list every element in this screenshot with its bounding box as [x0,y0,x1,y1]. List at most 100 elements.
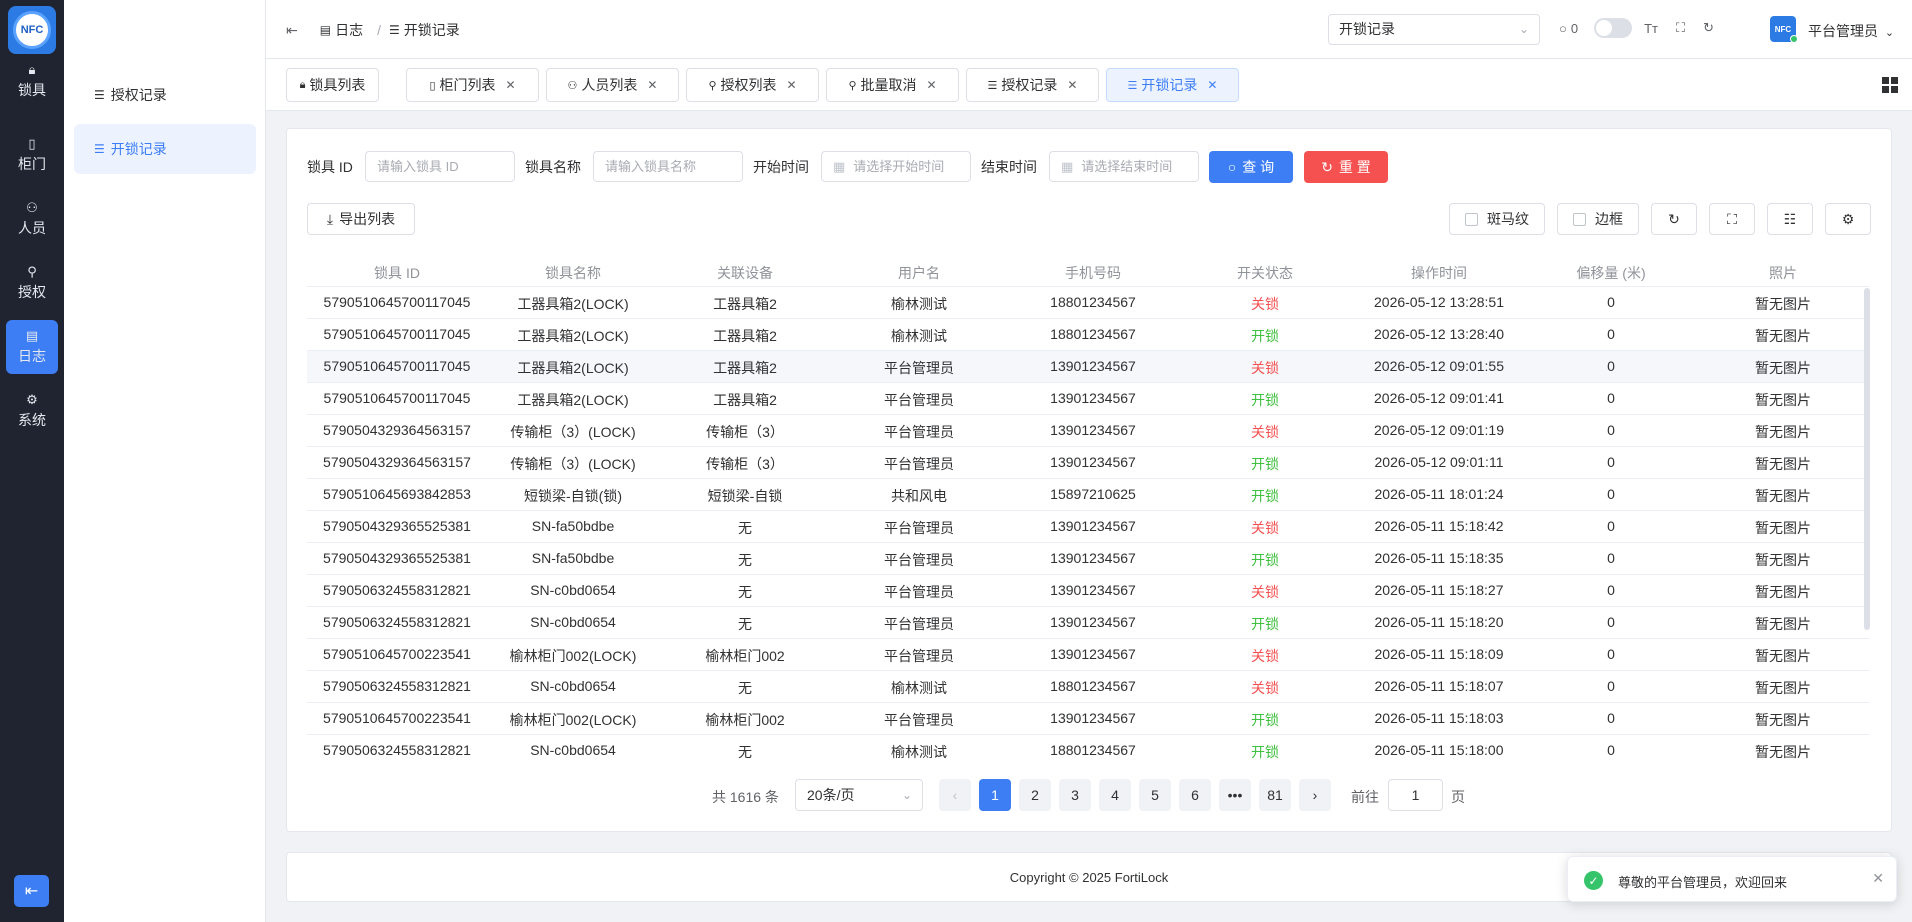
rail-item-log[interactable]: ▤ 日志 [6,320,58,374]
close-icon[interactable]: ✕ [787,78,797,92]
message-icon[interactable]: ○ [1559,21,1567,36]
column-settings-button[interactable]: ☷ [1767,203,1813,235]
prev-page-button[interactable]: ‹ [939,779,971,811]
table-row[interactable]: 5790506324558312821 SN-c0bd0654 无 平台管理员 1390… [307,607,1870,639]
table-cell: 13901234567 [1050,550,1136,566]
column-header[interactable]: 开关状态 [1237,263,1293,283]
close-icon[interactable]: ✕ [1207,78,1217,92]
list-icon: ☰ [94,88,105,102]
page-button[interactable]: 4 [1099,779,1131,811]
table-row[interactable]: 5790504329365525381 SN-fa50bdbe 无 平台管理员 1390… [307,511,1870,543]
tab-door-list[interactable]: ▯ 柜门列表 ✕ [406,68,539,102]
table-row[interactable]: 5790510645700117045 工器具箱2(LOCK) 工器具箱2 平台管理员… [307,351,1870,383]
end-time-picker[interactable]: ▦ 请选择结束时间 [1049,151,1199,182]
tab-auth-list[interactable]: ⚲ 授权列表 ✕ [686,68,819,102]
page-ellipsis-button[interactable]: ••• [1219,779,1251,811]
column-header[interactable]: 照片 [1769,263,1797,283]
table-row[interactable]: 5790510645700117045 工器具箱2(LOCK) 工器具箱2 榆林测试 1… [307,287,1870,319]
query-button[interactable]: ○ 查 询 [1209,151,1293,183]
column-header[interactable]: 用户名 [898,263,940,283]
table-row[interactable]: 5790504329364563157 传输柜（3）(LOCK) 传输柜（3） 平台管… [307,415,1870,447]
welcome-toast: ✓ 尊敬的平台管理员，欢迎回来 ✕ [1567,856,1897,902]
table-row[interactable]: 5790504329364563157 传输柜（3）(LOCK) 传输柜（3） 平台管… [307,447,1870,479]
table-row[interactable]: 5790506324558312821 SN-c0bd0654 无 榆林测试 18801… [307,671,1870,703]
start-time-picker[interactable]: ▦ 请选择开始时间 [821,151,971,182]
rail-item-lock[interactable]: 🔒︎ 锁具 [6,54,58,108]
theme-toggle[interactable] [1594,18,1633,38]
tab-lock-list[interactable]: 🔒︎ 锁具列表 [286,68,379,102]
column-header[interactable]: 锁具名称 [545,263,601,283]
border-checkbox[interactable]: 边框 [1557,203,1639,235]
stripe-checkbox[interactable]: 斑马纹 [1449,203,1545,235]
lock-name-input[interactable]: 请输入锁具名称 [593,151,743,182]
table-cell: 平台管理员 [884,648,954,664]
table-cell: 传输柜（3）(LOCK) [510,456,636,472]
export-button[interactable]: ⤓ 导出列表 [307,203,415,235]
collapse-sidebar-button[interactable]: ⇤ [14,875,49,907]
column-header[interactable]: 关联设备 [717,263,773,283]
door-icon: ▯ [429,79,436,92]
rail-item-auth[interactable]: ⚲ 授权 [6,256,58,310]
page-button[interactable]: 81 [1259,779,1291,811]
breadcrumb-item[interactable]: 日志 [335,20,363,40]
table-cell: 平台管理员 [884,584,954,600]
user-menu[interactable]: 平台管理员 ⌄ [1808,21,1894,41]
goto-page-input[interactable]: 1 [1388,779,1443,811]
tab-unlock-records[interactable]: ☰ 开锁记录 ✕ [1106,68,1239,102]
table-cell: 5790504329365525381 [323,550,471,566]
table-cell: 2026-05-12 09:01:41 [1374,390,1504,406]
lock-id-input[interactable]: 请输入锁具 ID [365,151,515,182]
page-button[interactable]: 2 [1019,779,1051,811]
tab-batch-cancel[interactable]: ⚲ 批量取消 ✕ [826,68,959,102]
tab-user-list[interactable]: ⚇ 人员列表 ✕ [546,68,679,102]
page-button[interactable]: 6 [1179,779,1211,811]
refresh-button[interactable]: ↻ [1651,203,1697,235]
table-row[interactable]: 5790510645700117045 工器具箱2(LOCK) 工器具箱2 榆林测试 1… [307,319,1870,351]
close-icon[interactable]: ✕ [927,78,937,92]
gear-icon: ⚙ [1841,210,1855,227]
table-row[interactable]: 5790510645700223541 榆林柜门002(LOCK) 榆林柜门002 平… [307,703,1870,735]
table-row[interactable]: 5790506324558312821 SN-c0bd0654 无 榆林测试 18801… [307,735,1870,759]
table-row[interactable]: 5790510645700117045 工器具箱2(LOCK) 工器具箱2 平台管理员… [307,383,1870,415]
table-cell: 工器具箱2 [713,328,777,344]
close-icon[interactable]: ✕ [1067,78,1077,92]
fullscreen-button[interactable]: ⛶ [1709,203,1755,235]
font-size-icon[interactable]: Tт [1644,21,1658,36]
submenu-item-unlock-records[interactable]: ☰ 开锁记录 [74,124,256,174]
close-icon[interactable]: ✕ [506,78,516,92]
page-button[interactable]: 5 [1139,779,1171,811]
next-page-button[interactable]: › [1299,779,1331,811]
submenu-item-auth-records[interactable]: ☰ 授权记录 [74,70,256,120]
table-cell: 5790510645700117045 [323,358,471,374]
table-cell: 无 [738,680,752,696]
table-cell: 榆林测试 [891,680,947,696]
rail-item-users[interactable]: ⚇ 人员 [6,192,58,246]
reset-button[interactable]: ↻ 重 置 [1304,151,1388,183]
column-header[interactable]: 手机号码 [1065,263,1121,283]
close-icon[interactable]: ✕ [1872,870,1884,887]
fullscreen-icon[interactable]: ⛶ [1676,20,1685,36]
menu-search-select[interactable]: 开锁记录 ⌄ [1328,14,1540,45]
rail-item-system[interactable]: ⚙ 系统 [6,384,58,438]
table-scrollbar[interactable] [1864,288,1870,630]
column-header[interactable]: 偏移量 (米) [1576,263,1645,283]
close-icon[interactable]: ✕ [647,78,657,92]
table-row[interactable]: 5790506324558312821 SN-c0bd0654 无 平台管理员 1390… [307,575,1870,607]
column-header[interactable]: 操作时间 [1411,263,1467,283]
tabs-menu-icon[interactable] [1882,77,1898,93]
page-button[interactable]: 1 [979,779,1011,811]
column-header[interactable]: 锁具 ID [374,263,420,283]
settings-button[interactable]: ⚙ [1825,203,1871,235]
tab-label: 锁具列表 [309,77,366,93]
table-row[interactable]: 5790510645693842853 短锁梁-自锁(锁) 短锁梁-自锁 共和风电 15… [307,479,1870,511]
table-cell: 暂无图片 [1755,744,1811,759]
fold-icon[interactable]: ⇤ [286,22,298,39]
page-size-select[interactable]: 20条/页 ⌄ [795,779,923,811]
tab-auth-records[interactable]: ☰ 授权记录 ✕ [966,68,1099,102]
rail-item-door[interactable]: ▯ 柜门 [6,128,58,182]
table-row[interactable]: 5790504329365525381 SN-fa50bdbe 无 平台管理员 1390… [307,543,1870,575]
refresh-icon[interactable]: ↻ [1703,20,1714,36]
calendar-icon: ▦ [833,159,846,174]
page-button[interactable]: 3 [1059,779,1091,811]
table-row[interactable]: 5790510645700223541 榆林柜门002(LOCK) 榆林柜门002 平… [307,639,1870,671]
